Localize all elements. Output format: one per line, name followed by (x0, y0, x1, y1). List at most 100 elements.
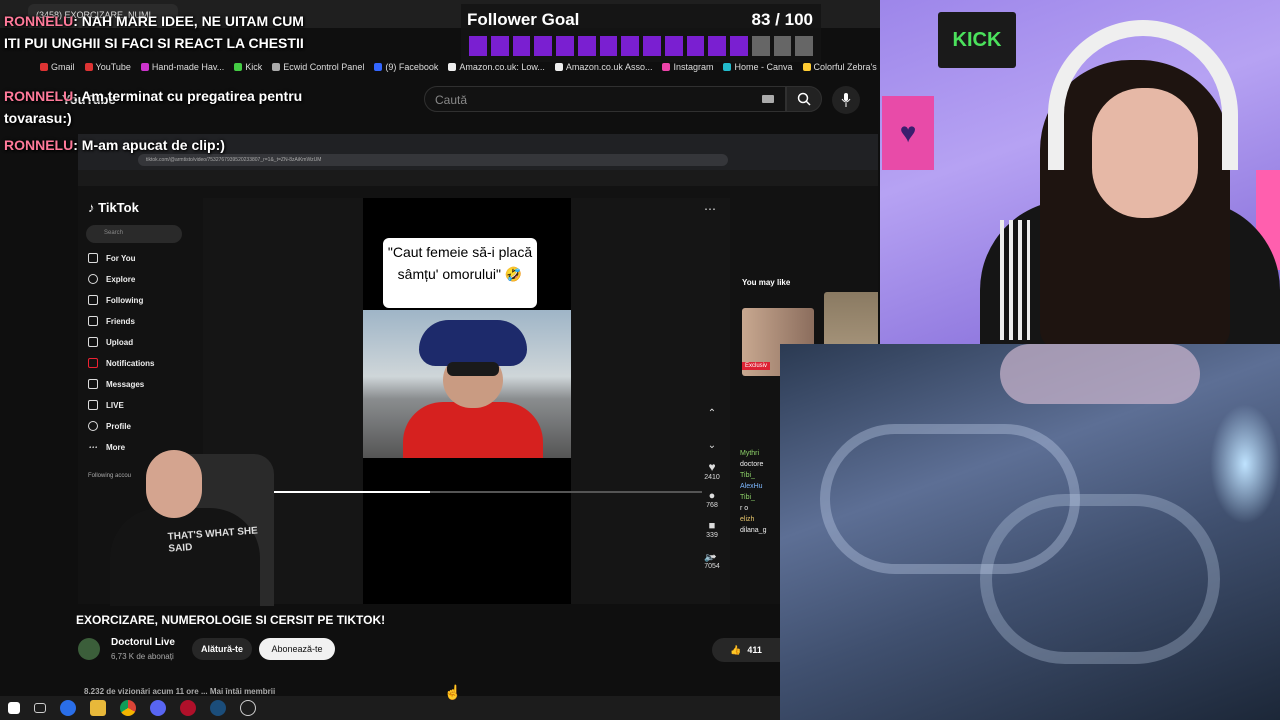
goal-segment (512, 36, 531, 56)
sombrero-hat (419, 320, 527, 366)
voice-search-button[interactable] (832, 86, 860, 114)
light-glow (1210, 404, 1280, 524)
streamer-body (110, 508, 260, 606)
tiktok-nav-friends: Friends (88, 316, 135, 326)
search-input[interactable]: Caută (424, 86, 786, 112)
bookmark-icon (802, 63, 811, 71)
search-button[interactable] (786, 86, 822, 112)
comment-counter: ● 768 (700, 490, 724, 509)
video-title: EXORCIZARE, NUMEROLOGIE SI CERSIT PE TIK… (76, 613, 386, 627)
you-may-like-heading: You may like (742, 278, 791, 287)
save-counter: ■ 339 (700, 520, 724, 539)
video-caption: "Caut femeie să-i placă sâmțu' omorului"… (383, 238, 537, 308)
channel-name[interactable]: Doctorul Live (111, 637, 175, 648)
app-icon[interactable] (60, 700, 76, 716)
bookmark-item[interactable]: Ecwid Control Panel (272, 58, 364, 76)
microphone-icon (841, 93, 851, 107)
channel-avatar[interactable] (78, 638, 100, 660)
bookmark-icon (374, 63, 383, 71)
app-icon[interactable] (180, 700, 196, 716)
discord-icon[interactable] (150, 700, 166, 716)
upload-icon (88, 337, 98, 347)
goal-segment (621, 36, 639, 56)
search-icon (797, 92, 811, 106)
tiktok-search-input: Search (86, 225, 182, 243)
bookmark-icon (662, 63, 671, 71)
join-button[interactable]: Alătură-te (192, 638, 252, 660)
more-options-icon: ⋯ (704, 202, 716, 216)
streamer-head (146, 450, 202, 518)
bookmark-icon (140, 63, 149, 71)
man-shirt (403, 402, 543, 458)
windows-taskbar (0, 696, 780, 720)
goal-segment (490, 36, 509, 56)
tiktok-nav-following: Following (88, 295, 143, 305)
bookmark-item[interactable]: YouTube (84, 58, 131, 76)
streamer-face-cam: KICK ♥ (880, 0, 1280, 344)
bookmark-icon (272, 63, 281, 71)
steam-icon[interactable] (210, 700, 226, 716)
follower-goal-label: Follower Goal (467, 10, 580, 29)
mouse-cursor-icon: ☝ (444, 684, 462, 700)
bookmark-icon (448, 63, 457, 71)
bookmark-item[interactable]: (9) Facebook (374, 58, 438, 76)
tiktok-nav-notifications: Notifications (88, 358, 154, 368)
keyboard-icon[interactable] (762, 95, 774, 103)
goal-segment (795, 36, 813, 56)
follower-goal-widget: Follower Goal 83 / 100 (461, 4, 821, 62)
bookmark-item[interactable]: Gmail (40, 58, 75, 76)
bookmark-item[interactable]: Kick (234, 58, 262, 76)
bookmark-icon: ■ (708, 520, 716, 532)
follower-goal-count: 83 / 100 (751, 10, 813, 29)
chat-message: RONNELU: Am terminat cu pregatirea pentr… (4, 88, 303, 126)
subscribe-button[interactable]: Abonează-te (259, 638, 335, 660)
volume-icon: 🔈 (704, 552, 716, 562)
bookmark-icon (723, 63, 732, 71)
hand-cam (780, 344, 1280, 720)
tiktok-logo: ♪ TikTok (88, 200, 139, 215)
chrome-icon[interactable] (120, 700, 136, 716)
file-explorer-icon[interactable] (90, 700, 106, 716)
goal-segment (664, 36, 683, 56)
home-icon (88, 253, 98, 263)
chat-message: RONNELU: NAH MARE IDEE, NE UITAM CUM ITI… (4, 13, 304, 51)
kick-sign: KICK (938, 12, 1016, 68)
goal-segment (577, 36, 596, 56)
goal-segment (599, 36, 618, 56)
chat-message: RONNELU: M-am apucat de clip:) (4, 137, 225, 153)
inbox-icon (88, 358, 98, 368)
windows-start-icon[interactable] (8, 702, 20, 714)
bookmark-icon (234, 63, 243, 71)
bookmark-icon (40, 63, 48, 71)
tiktok-nav-live: LIVE (88, 400, 124, 410)
heart-icon: ♥ (708, 460, 716, 474)
headset (1048, 20, 1238, 170)
goal-segment (643, 36, 661, 56)
subscriber-count: 6,73 K de abonați (111, 652, 174, 661)
exclusive-badge: Exclusiv (742, 362, 771, 370)
comment-icon: ● (708, 490, 716, 502)
video-progress-fill (250, 491, 430, 493)
compass-icon (88, 274, 98, 284)
goal-segment (534, 36, 552, 56)
like-counter: ♥ 2410 (700, 460, 724, 481)
follower-goal-bar (469, 36, 813, 56)
chevron-up-icon: ⌃ (707, 408, 717, 419)
obs-icon[interactable] (240, 700, 256, 716)
like-button[interactable]: 👍 411 (712, 638, 780, 662)
pixel-heart-art: ♥ (882, 96, 934, 170)
goal-segment (556, 36, 574, 56)
mousepad-pattern (980, 494, 1220, 664)
bookmark-icon (84, 63, 93, 71)
bookmark-item[interactable]: Hand-made Hav... (140, 58, 224, 76)
message-icon (88, 379, 98, 389)
bookmark-icon (554, 63, 563, 71)
jacket-stripes (1000, 220, 1030, 340)
task-view-icon[interactable] (34, 703, 46, 713)
tiktok-nav-for-you: For You (88, 253, 135, 263)
friends-icon (88, 316, 98, 326)
tiktok-nav-explore: Explore (88, 274, 135, 284)
goal-segment (773, 36, 792, 56)
profile-icon (88, 421, 98, 431)
goal-segment (686, 36, 705, 56)
